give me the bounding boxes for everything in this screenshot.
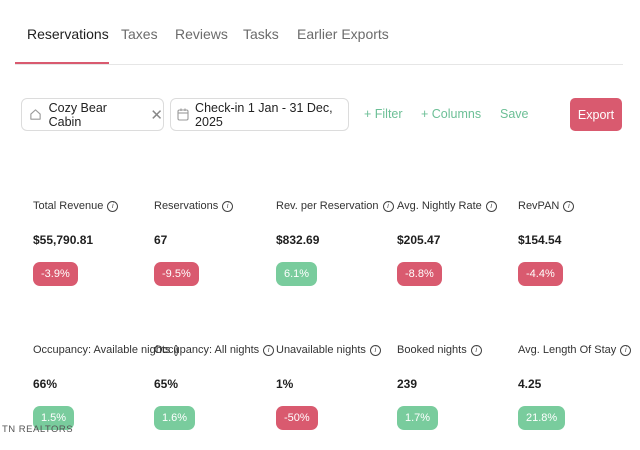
metric-total-revenue: Total Revenue i $55,790.81 -3.9%: [33, 200, 155, 286]
metric-value: 4.25: [518, 377, 542, 391]
metric-value: 65%: [154, 377, 179, 391]
metric-label: Rev. per Reservation: [276, 200, 379, 212]
info-icon[interactable]: i: [263, 344, 275, 356]
metric-avg-nightly-rate: Avg. Nightly Rate i $205.47 -8.8%: [397, 200, 519, 286]
add-columns-button[interactable]: + Columns: [421, 107, 481, 121]
tab-tasks[interactable]: Tasks: [243, 26, 279, 42]
metric-value: 66%: [33, 377, 58, 391]
change-badge: 6.1%: [276, 262, 318, 286]
info-icon[interactable]: i: [485, 200, 497, 212]
info-icon[interactable]: i: [620, 344, 632, 356]
change-badge: 1.7%: [397, 406, 439, 430]
metric-avg-length-of-stay: Avg. Length Of Stay i 4.25 21.8%: [518, 344, 640, 430]
tab-bar: Reservations Taxes Reviews Tasks Earlier…: [15, 0, 623, 65]
tab-taxes[interactable]: Taxes: [121, 26, 158, 42]
metric-label: Unavailable nights: [276, 344, 366, 356]
metric-revpan: RevPAN i $154.54 -4.4%: [518, 200, 640, 286]
watermark: TN REALTORS: [2, 424, 74, 435]
metric-rev-per-reservation: Rev. per Reservation i $832.69 6.1%: [276, 200, 398, 286]
metric-value: $832.69: [276, 233, 320, 247]
metric-reservations: Reservations i 67 -9.5%: [154, 200, 276, 286]
metric-label: Avg. Length Of Stay: [518, 344, 617, 356]
metric-unavailable-nights: Unavailable nights i 1% -50%: [276, 344, 398, 430]
tab-reservations[interactable]: Reservations: [27, 26, 109, 42]
metric-occupancy-available: Occupancy: Available nights i 66% 1.5%: [33, 344, 178, 430]
info-icon[interactable]: i: [470, 344, 482, 356]
home-icon: [22, 108, 49, 121]
active-tab-indicator: [15, 62, 109, 64]
metric-value: 1%: [276, 377, 294, 391]
change-badge: -3.9%: [33, 262, 78, 286]
date-range-chip[interactable]: Check-in 1 Jan - 31 Dec, 2025: [170, 98, 349, 131]
date-range-label: Check-in 1 Jan - 31 Dec, 2025: [195, 100, 333, 129]
change-badge: 1.6%: [154, 406, 196, 430]
add-filter-button[interactable]: + Filter: [364, 107, 403, 121]
property-filter-label: Cozy Bear Cabin: [48, 100, 107, 129]
metric-label: Reservations: [154, 200, 219, 212]
info-icon[interactable]: i: [107, 200, 119, 212]
tab-reviews[interactable]: Reviews: [175, 26, 228, 42]
metric-booked-nights: Booked nights i 239 1.7%: [397, 344, 519, 430]
change-badge: -4.4%: [518, 262, 563, 286]
change-badge: 21.8%: [518, 406, 566, 430]
metric-label: Total Revenue: [33, 200, 104, 212]
info-icon[interactable]: i: [382, 200, 394, 212]
change-badge: -50%: [276, 406, 318, 430]
metric-value: $55,790.81: [33, 233, 94, 247]
metric-value: 239: [397, 377, 418, 391]
metric-label: Avg. Nightly Rate: [397, 200, 482, 212]
property-filter-chip[interactable]: Cozy Bear Cabin ✕: [21, 98, 164, 131]
metric-value: $154.54: [518, 233, 562, 247]
metric-label: Occupancy: All nights: [154, 344, 260, 356]
info-icon[interactable]: i: [369, 344, 381, 356]
change-badge: -9.5%: [154, 262, 199, 286]
save-button[interactable]: Save: [500, 107, 529, 121]
info-icon[interactable]: i: [222, 200, 234, 212]
metric-occupancy-all: Occupancy: All nights i 65% 1.6%: [154, 344, 276, 430]
metric-label: Booked nights: [397, 344, 467, 356]
export-button[interactable]: Export: [570, 98, 622, 131]
metric-value: 67: [154, 233, 168, 247]
close-icon[interactable]: ✕: [150, 106, 163, 124]
change-badge: -8.8%: [397, 262, 442, 286]
calendar-icon: [171, 108, 195, 121]
metric-label: Occupancy: Available nights: [33, 344, 171, 356]
metric-value: $205.47: [397, 233, 441, 247]
tab-earlier-exports[interactable]: Earlier Exports: [297, 26, 389, 42]
metric-label: RevPAN: [518, 200, 560, 212]
info-icon[interactable]: i: [563, 200, 575, 212]
